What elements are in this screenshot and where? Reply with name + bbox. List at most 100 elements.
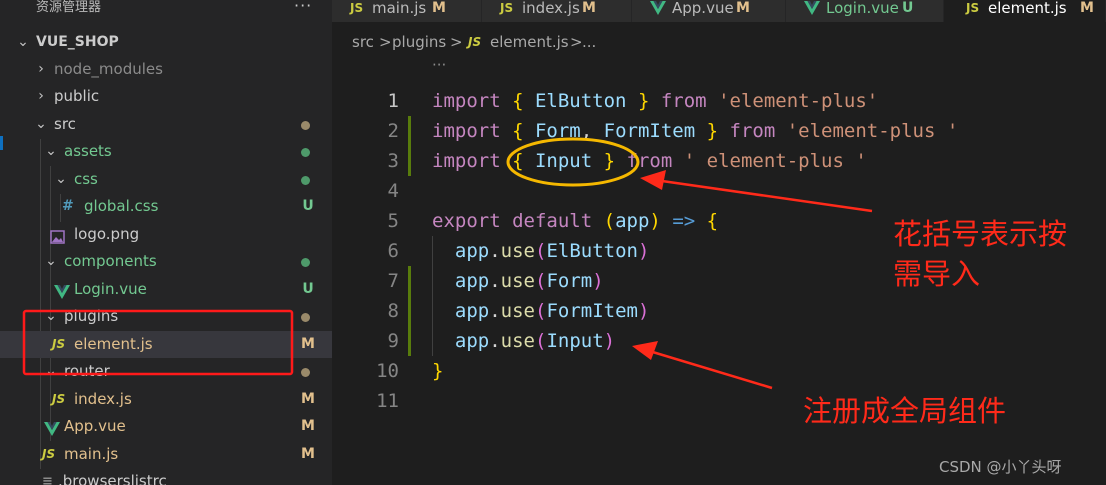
explorer-header: 资源管理器 ···: [0, 0, 332, 18]
more-actions-icon[interactable]: ···: [294, 0, 312, 15]
breadcrumb-separator: >: [450, 33, 463, 51]
modified-badge: M: [432, 0, 446, 16]
explorer-title: 资源管理器: [36, 0, 102, 15]
line-number: 6: [387, 240, 399, 262]
chevron-down-icon: ⌄: [45, 363, 57, 379]
tree-folder-plugins[interactable]: ⌄ plugins: [0, 303, 332, 330]
tree-file-element-js[interactable]: JS element.js M: [0, 331, 332, 358]
tree-item-label: App.vue: [64, 417, 126, 435]
chevron-down-icon: ⌄: [45, 308, 57, 324]
tree-folder-css[interactable]: ⌄ css: [0, 166, 332, 193]
tree-item-label: assets: [64, 142, 112, 160]
tree-item-label: css: [74, 170, 98, 188]
explorer-root[interactable]: ⌄ VUE_SHOP: [0, 29, 332, 56]
tree-folder-node-modules[interactable]: › node_modules: [0, 56, 332, 83]
breadcrumb-separator: >: [379, 33, 392, 51]
breadcrumb-element-js[interactable]: element.js: [490, 30, 569, 54]
modified-badge: M: [301, 446, 315, 462]
code-text: app.use(FormItem): [454, 300, 650, 322]
tab-element-js[interactable]: JS element.js M: [944, 0, 1106, 22]
vue-file-icon: [804, 1, 820, 19]
vue-file-icon: [650, 1, 666, 19]
modified-dot: [301, 121, 310, 130]
line-number: 11: [376, 390, 399, 412]
tab-login-vue[interactable]: Login.vue U: [786, 0, 944, 22]
tree-item-label: node_modules: [54, 60, 163, 78]
tree-file-main-js[interactable]: JS main.js M: [0, 441, 332, 468]
line-number: 3: [387, 150, 399, 172]
untracked-badge: U: [302, 281, 314, 297]
tree-folder-router[interactable]: ⌄ router: [0, 358, 332, 385]
tree-item-label: components: [64, 252, 157, 270]
chevron-down-icon: ⌄: [45, 143, 57, 159]
js-file-icon: JS: [500, 1, 514, 15]
tree-item-label: plugins: [64, 307, 119, 325]
code-line: 2 import { Form, FormItem } from 'elemen…: [332, 116, 1106, 146]
tree-file-index-js[interactable]: JS index.js M: [0, 386, 332, 413]
tab-label: index.js: [522, 0, 580, 17]
code-text: import { ElButton } from 'element-plus': [432, 90, 879, 112]
breadcrumb: src > plugins > JS element.js > ...: [332, 30, 1106, 54]
tab-label: Login.vue: [826, 0, 899, 17]
line-number: 2: [387, 120, 399, 142]
tree-file-browserslistrc[interactable]: ≡ .browserslistrc: [0, 468, 332, 485]
tab-label: main.js: [372, 0, 427, 17]
code-text: }: [432, 360, 444, 382]
tab-main-js[interactable]: JS main.js M: [332, 0, 482, 22]
code-text: import { Form, FormItem } from 'element-…: [432, 120, 959, 142]
untracked-badge: U: [302, 198, 314, 214]
modified-badge: M: [301, 336, 315, 352]
chevron-down-icon: ⌄: [45, 253, 57, 269]
tree-item-label: router: [64, 362, 110, 380]
code-line: 10 }: [332, 356, 1106, 386]
tree-item-label: main.js: [64, 445, 119, 463]
modified-badge: M: [582, 0, 596, 16]
tree-folder-assets[interactable]: ⌄ assets: [0, 138, 332, 165]
code-line: 1 import { ElButton } from 'element-plus…: [332, 86, 1106, 116]
watermark: CSDN @小丫头呀: [939, 458, 1062, 476]
tree-item-label: src: [54, 115, 76, 133]
line-number: 1: [387, 90, 399, 112]
code-line: 3 import { Input } from ' element-plus ': [332, 146, 1106, 176]
modified-dot: [301, 368, 310, 377]
chevron-down-icon: ⌄: [17, 34, 29, 50]
breadcrumb-symbols[interactable]: ...: [582, 30, 596, 54]
tree-file-logo-png[interactable]: logo.png: [0, 221, 332, 248]
tab-label: App.vue: [672, 0, 734, 17]
untracked-badge: U: [902, 0, 914, 16]
chevron-right-icon: ›: [38, 61, 44, 77]
editor-tabbar: JS main.js M JS index.js M App.vue M Log…: [332, 0, 1106, 22]
root-folder-label: VUE_SHOP: [36, 34, 119, 50]
css-file-icon: #: [62, 198, 74, 214]
tab-app-vue[interactable]: App.vue M: [632, 0, 786, 22]
annotation-note-line1: 花括号表示按: [893, 217, 1068, 251]
tab-index-js[interactable]: JS index.js M: [482, 0, 632, 22]
config-file-icon: ≡: [42, 474, 53, 485]
git-added-marker: [408, 326, 411, 356]
breadcrumb-src[interactable]: src: [352, 30, 374, 54]
js-file-icon: JS: [966, 1, 980, 15]
tree-folder-src[interactable]: ⌄ src: [0, 111, 332, 138]
untracked-dot: [301, 148, 310, 157]
tree-item-label: .browserslistrc: [58, 472, 167, 485]
untracked-dot: [301, 258, 310, 267]
tree-item-label: element.js: [74, 335, 153, 353]
tree-file-login-vue[interactable]: Login.vue U: [0, 276, 332, 303]
tree-item-label: index.js: [74, 390, 132, 408]
modified-badge: M: [301, 418, 315, 434]
tree-folder-public[interactable]: › public: [0, 83, 332, 110]
git-added-marker: [408, 266, 411, 296]
code-text: export default (app) => {: [432, 210, 719, 232]
code-line: 4: [332, 176, 1106, 206]
line-number: 4: [387, 180, 399, 202]
code-line: 7 app.use(Form): [332, 266, 1106, 296]
tree-folder-components[interactable]: ⌄ components: [0, 248, 332, 275]
line-number: 10: [376, 360, 399, 382]
line-number: 9: [387, 330, 399, 352]
annotation-note-line2: 需导入: [893, 257, 981, 291]
breadcrumb-plugins[interactable]: plugins: [392, 30, 446, 54]
tree-file-global-css[interactable]: # global.css U: [0, 193, 332, 220]
js-file-icon: JS: [52, 392, 66, 406]
tree-file-app-vue[interactable]: App.vue M: [0, 413, 332, 440]
code-line: 8 app.use(FormItem): [332, 296, 1106, 326]
